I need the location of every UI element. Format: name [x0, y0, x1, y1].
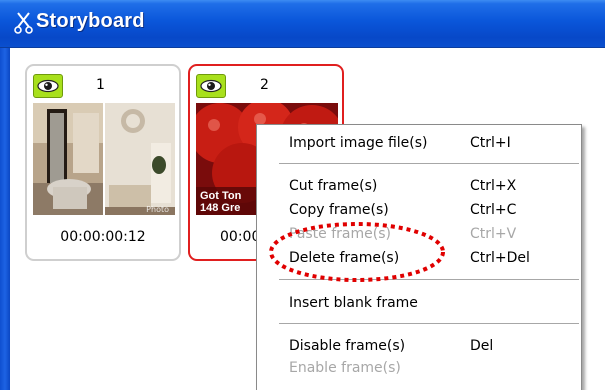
menu-item-label: Copy frame(s) [289, 202, 389, 218]
menu-separator [279, 323, 579, 324]
menu-item-delete-frame[interactable]: Delete frame(s) Ctrl+Del [257, 247, 581, 269]
menu-separator [279, 279, 579, 280]
thumbnail-text-line: Got Ton [200, 190, 242, 202]
menu-item-label: Paste frame(s) [289, 226, 391, 242]
menu-item-label: Delete frame(s) [289, 250, 400, 266]
menu-item-shortcut: Del [470, 338, 494, 354]
menu-separator [279, 163, 579, 164]
window-title-bar[interactable]: Storyboard [0, 0, 605, 48]
menu-item-label: Cut frame(s) [289, 178, 378, 194]
menu-item-shortcut: Ctrl+Del [470, 250, 530, 266]
menu-item-shortcut: Ctrl+V [470, 226, 517, 242]
menu-item-insert-blank-frame[interactable]: Insert blank frame [257, 292, 581, 314]
menu-item-cut-frame[interactable]: Cut frame(s) Ctrl+X [257, 175, 581, 197]
scissors-icon [14, 10, 34, 34]
frame-number: 2 [260, 77, 269, 93]
frame-number: 1 [96, 77, 105, 93]
menu-item-copy-frame[interactable]: Copy frame(s) Ctrl+C [257, 199, 581, 221]
menu-item-label: Import image file(s) [289, 135, 428, 151]
menu-item-shortcut: Ctrl+X [470, 178, 517, 194]
window-border [0, 48, 10, 390]
menu-item-shortcut: Ctrl+C [470, 202, 517, 218]
menu-item-import-image[interactable]: Import image file(s) Ctrl+I [257, 132, 581, 154]
menu-item-label: Insert blank frame [289, 295, 418, 311]
eye-icon[interactable] [196, 74, 226, 98]
menu-item-enable-frame[interactable]: Enable frame(s) [257, 357, 581, 379]
menu-item-disable-frame[interactable]: Disable frame(s) Del [257, 335, 581, 357]
frame-timecode: 00:00:00:12 [60, 229, 146, 245]
menu-item-label: Disable frame(s) [289, 338, 406, 354]
room-interior-image: Photo [33, 103, 175, 215]
thumbnail-text-line: 148 Gre [200, 202, 241, 214]
eye-icon[interactable] [33, 74, 63, 98]
context-menu: Import image file(s) Ctrl+I Cut frame(s)… [256, 124, 582, 390]
menu-item-label: Enable frame(s) [289, 360, 401, 376]
thumbnail-caption: Photo [146, 205, 169, 214]
menu-item-shortcut: Ctrl+I [470, 135, 511, 151]
window-title: Storyboard [36, 10, 145, 32]
storyboard-frame-1[interactable]: 1 Photo 00:00:00:12 [25, 64, 181, 261]
menu-item-paste-frame[interactable]: Paste frame(s) Ctrl+V [257, 223, 581, 245]
